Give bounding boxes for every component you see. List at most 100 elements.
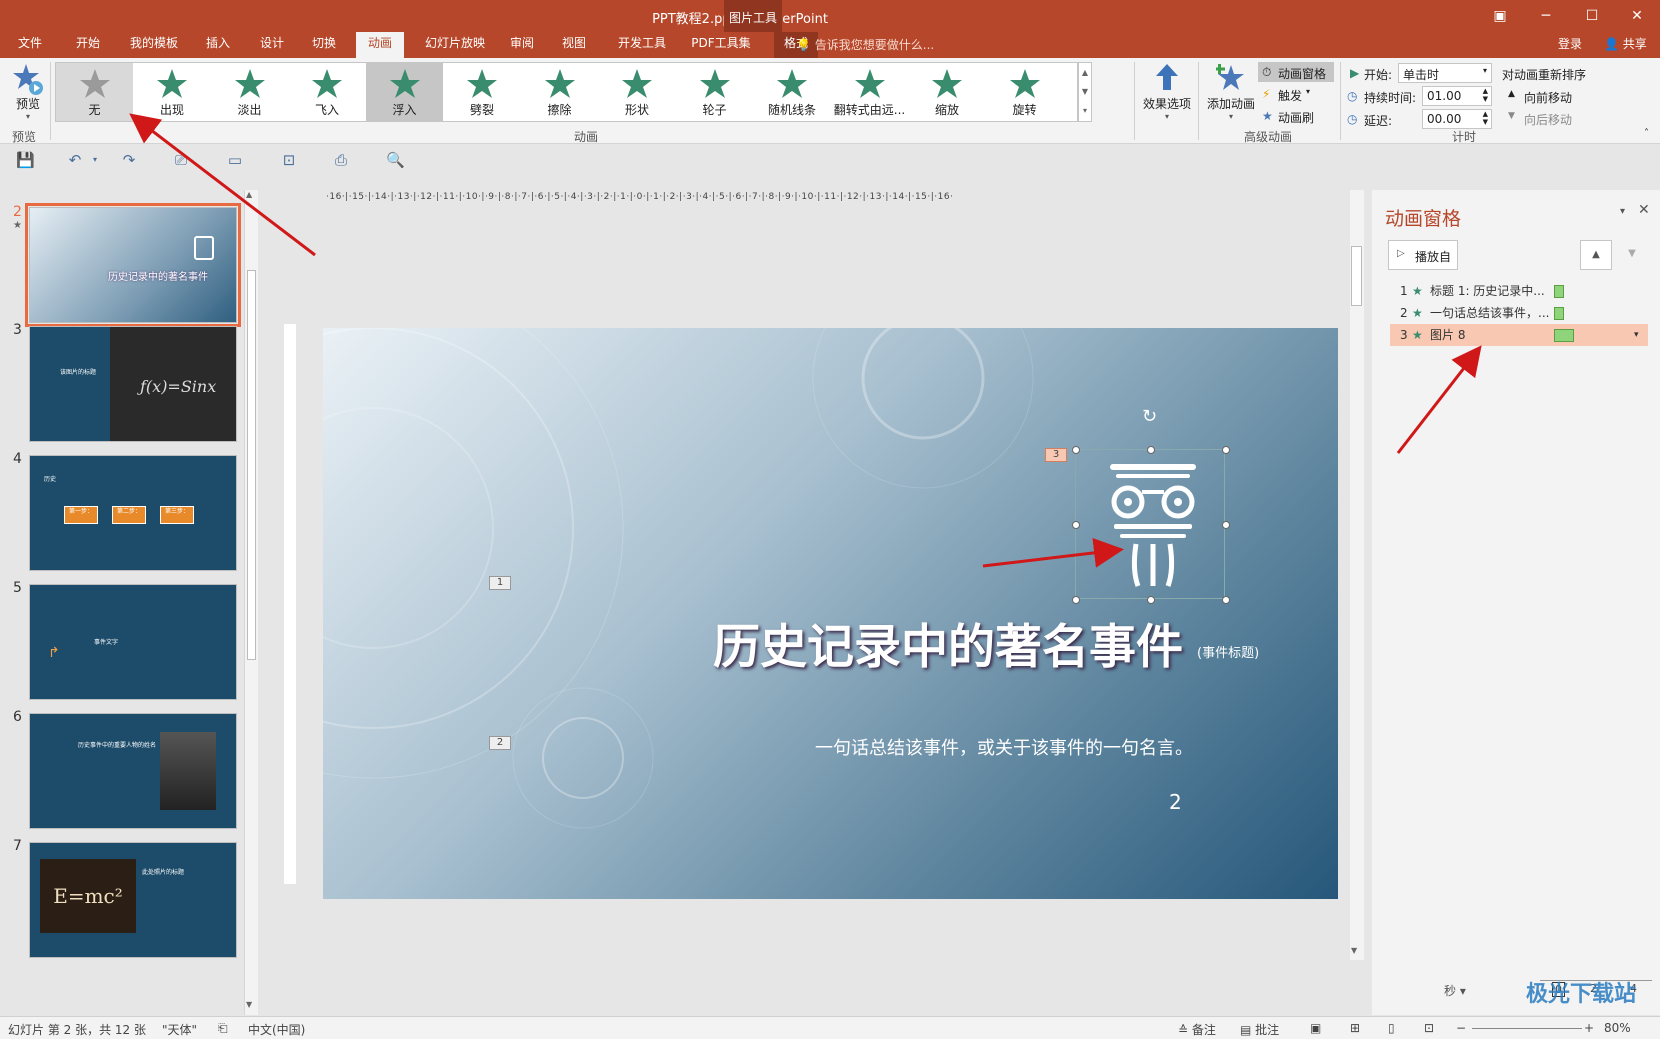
tab-review[interactable]: 审阅 [504,32,540,58]
normal-view-icon[interactable]: ▣ [1310,1021,1321,1035]
gallery-scroll[interactable]: ▲ ▼ ▾ [1078,62,1092,122]
slide-subtitle[interactable]: 一句话总结该事件，或关于该事件的一句名言。 [815,734,1193,760]
play-from-button[interactable]: ▷ 播放自 [1388,240,1458,270]
anim-swivel[interactable]: 旋转 [986,63,1063,121]
anim-fade[interactable]: 淡出 [211,63,288,121]
item-dropdown-icon[interactable]: ▾ [1634,324,1639,346]
selected-picture-8[interactable]: ↻ [1072,406,1230,604]
slideshow-view-icon[interactable]: ⊡ [1424,1021,1434,1035]
from-beginning-icon[interactable]: ⎚ [172,151,190,169]
seconds-dropdown[interactable]: 秒 ▾ [1444,982,1466,999]
duration-input[interactable]: 01.00 ▲ ▼ [1422,86,1492,106]
login-link[interactable]: 登录 [1558,35,1582,52]
trigger-button[interactable]: ⚡ 触发 ▾ [1262,86,1332,104]
delay-spinner-icon[interactable]: ▲ ▼ [1483,110,1488,126]
animation-tag-2[interactable]: 2 [489,736,511,750]
resize-handle[interactable] [1147,446,1155,454]
anim-wipe[interactable]: 擦除 [521,63,598,121]
slide-thumbnail-5[interactable]: 事件文字 ↱ [29,584,237,700]
anim-appear[interactable]: 出现 [134,63,211,121]
zoom-level[interactable]: 80% [1604,1021,1631,1035]
zoom-slider[interactable] [1472,1028,1582,1029]
scroll-thumb[interactable] [247,270,256,660]
anim-none[interactable]: 无 [56,63,133,121]
minimize-icon[interactable]: ─ [1523,0,1569,32]
share-button[interactable]: 👤 共享 [1604,35,1647,52]
undo-dropdown-icon[interactable]: ▾ [86,155,104,173]
rotate-handle-icon[interactable]: ↻ [1142,406,1157,427]
ribbon-display-icon[interactable]: ▣ [1477,0,1523,32]
anim-list-item-selected[interactable]: 3 ★ 图片 8 ▾ [1390,324,1648,346]
add-animation-button[interactable]: 添加动画 ▾ [1204,62,1258,121]
animation-tag-1[interactable]: 1 [489,576,511,590]
undo-icon[interactable]: ↶ [66,151,84,169]
move-up-button[interactable]: ▲ [1580,240,1612,270]
tab-home[interactable]: 开始 [66,32,110,58]
anim-wheel[interactable]: 轮子 [676,63,753,121]
save-icon[interactable]: 💾 [16,151,35,169]
move-later-button[interactable]: ▼ 向后移动 [1508,110,1608,128]
anim-zoom[interactable]: 缩放 [909,63,986,121]
zoom-preview-icon[interactable]: 🔍 [386,151,405,169]
tab-view[interactable]: 视图 [556,32,592,58]
tab-slideshow[interactable]: 幻灯片放映 [418,32,492,58]
anim-list-item[interactable]: 1 ★ 标题 1: 历史记录中... [1390,280,1648,302]
tab-file[interactable]: 文件 [8,32,52,58]
spinner-icon[interactable]: ▲ ▼ [1483,87,1488,103]
anim-fly-in[interactable]: 飞入 [289,63,366,121]
slide-thumbnail-6[interactable]: 历史事件中的重要人物的姓名 [29,713,237,829]
tab-my-templates[interactable]: 我的模板 [122,32,186,58]
move-earlier-button[interactable]: ▲ 向前移动 [1508,88,1608,106]
anim-list-item[interactable]: 2 ★ 一句话总结该事件，... [1390,302,1648,324]
thumb-scrollbar[interactable]: ▲ ▼ [244,190,258,1015]
slide-title[interactable]: 历史记录中的著名事件 [713,608,1183,677]
slide-canvas[interactable]: 1 2 3 ↻ 历史记录中的著名事件 (事件标题) 一句话总结该事件，或关于该事… [323,328,1338,899]
pane-close-icon[interactable]: ✕ [1638,202,1650,218]
zoom-out-icon[interactable]: − [1456,1021,1466,1035]
animation-painter-button[interactable]: ★ 动画刷 [1262,108,1332,126]
anim-shape[interactable]: 形状 [599,63,676,121]
collapse-ribbon-icon[interactable]: ˄ [1644,128,1649,139]
reading-view-icon[interactable]: ▯ [1388,1021,1395,1035]
resize-handle[interactable] [1072,596,1080,604]
animation-tag-3[interactable]: 3 [1045,448,1067,462]
textbox-icon[interactable]: ▭ [226,151,244,169]
resize-handle[interactable] [1222,446,1230,454]
anim-random-bars[interactable]: 随机线条 [754,63,831,121]
present-icon[interactable]: ⊡ [280,151,298,169]
redo-icon[interactable]: ↷ [120,151,138,169]
close-icon[interactable]: ✕ [1614,0,1660,32]
anim-split[interactable]: 劈裂 [444,63,521,121]
slide-thumbnail-4[interactable]: 历史 第一步： 第二步： 第三步： [29,455,237,571]
animation-pane-button[interactable]: ⏱ 动画窗格 [1258,62,1334,82]
slide-sorter-icon[interactable]: ⊞ [1350,1021,1360,1035]
language[interactable]: 中文(中国) [248,1021,305,1038]
spellcheck-icon[interactable]: ⎗ [218,1021,228,1036]
anim-grow-turn[interactable]: 翻转式由远... [831,63,908,121]
tab-design[interactable]: 设计 [254,32,290,58]
resize-handle[interactable] [1222,596,1230,604]
screen-icon[interactable]: ⎙ [332,151,350,169]
effect-options-button[interactable]: 效果选项 ▾ [1140,62,1194,121]
delay-input[interactable]: 00.00 ▲ ▼ [1422,109,1492,129]
maximize-icon[interactable]: ☐ [1569,0,1615,32]
editor-scrollbar[interactable]: ▼ [1350,190,1364,960]
notes-button[interactable]: ≙ 备注 [1178,1021,1216,1038]
slide-thumbnail-3[interactable]: 该图片的标题 ƒ(x)=Sinx [29,326,237,442]
slide-thumbnail-2[interactable]: 历史记录中的著名事件 [25,203,241,327]
anim-float-in[interactable]: 浮入 [366,63,443,121]
tab-insert[interactable]: 插入 [200,32,236,58]
tell-me-search[interactable]: 💡 告诉我您想要做什么... [796,36,934,53]
start-select[interactable]: 单击时 ▾ [1398,63,1492,83]
slide-thumbnail-7[interactable]: E=mc² 此处照片的标题 [29,842,237,958]
pane-options-icon[interactable]: ▾ [1620,206,1625,217]
tab-developer[interactable]: 开发工具 [612,32,672,58]
editor-scroll-thumb[interactable] [1351,246,1362,306]
resize-handle[interactable] [1072,446,1080,454]
move-down-button[interactable]: ▼ [1616,240,1648,270]
tab-animations[interactable]: 动画 [356,32,404,59]
resize-handle[interactable] [1222,521,1230,529]
zoom-in-icon[interactable]: + [1584,1021,1594,1035]
tab-transitions[interactable]: 切换 [306,32,342,58]
resize-handle[interactable] [1147,596,1155,604]
